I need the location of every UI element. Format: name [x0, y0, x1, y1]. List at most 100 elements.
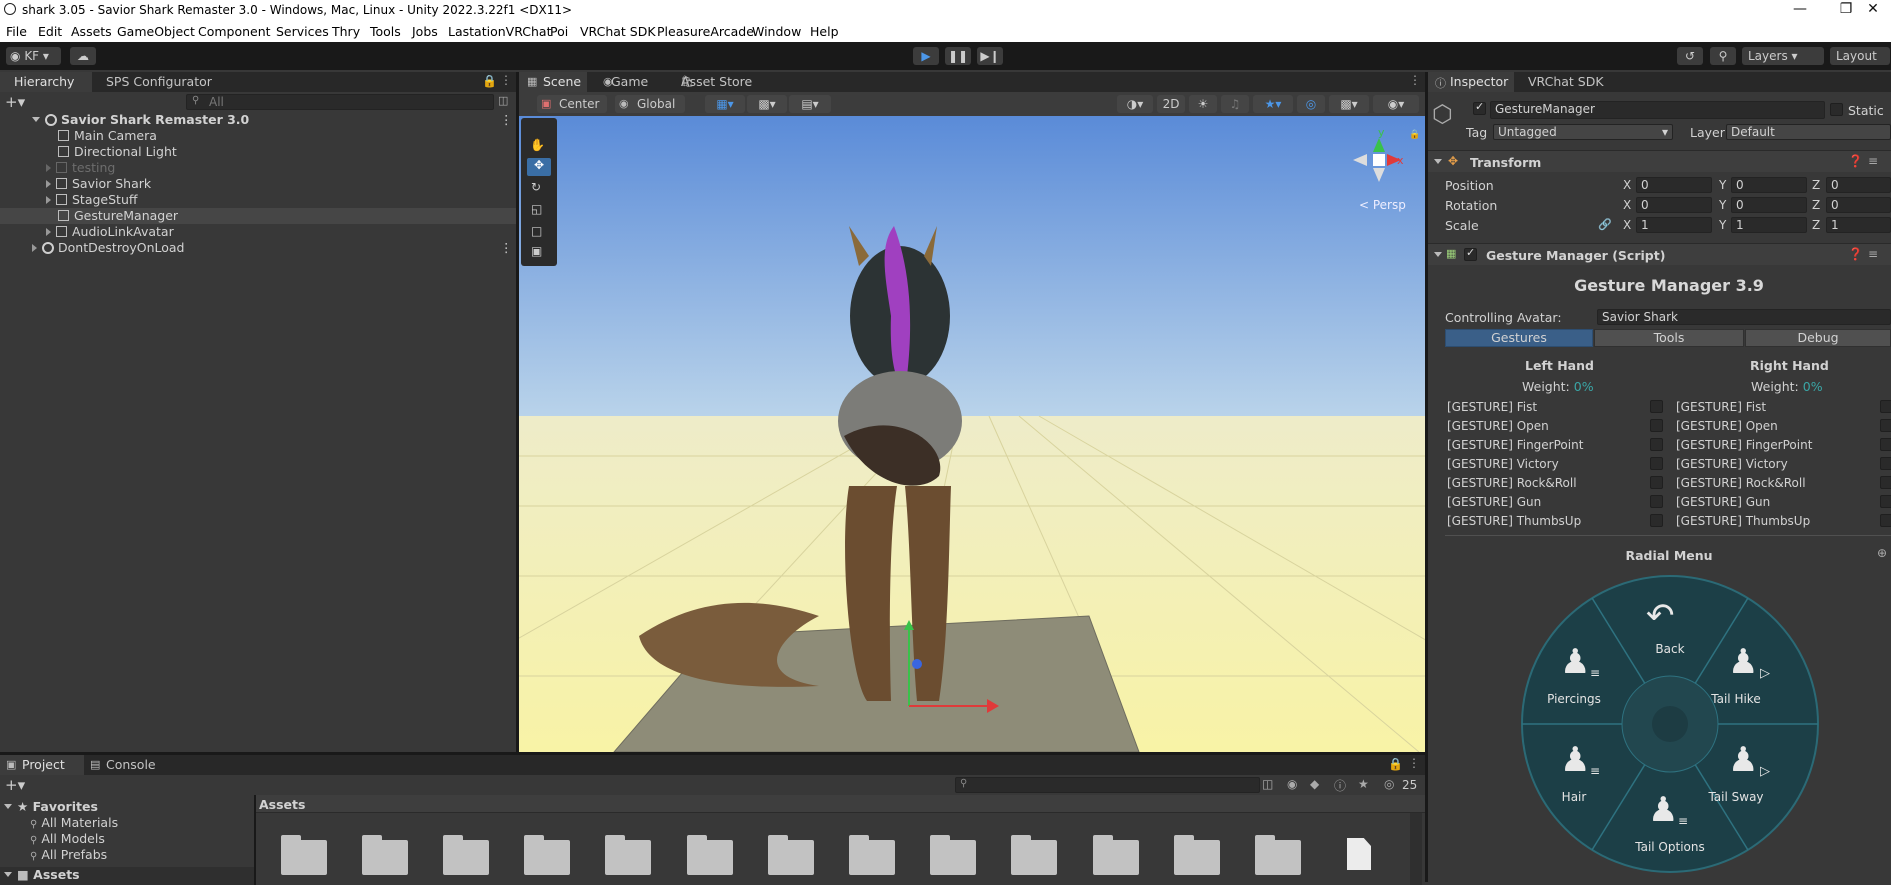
expand-arrow-icon[interactable]: [46, 164, 51, 172]
hierarchy-item-savior-shark[interactable]: Savior Shark: [0, 176, 516, 192]
right-rockroll-checkbox[interactable]: [1880, 476, 1891, 489]
folder-icon[interactable]: [687, 835, 733, 875]
radial-tail-sway-label[interactable]: Tail Sway: [1696, 790, 1776, 804]
tab-asset-store[interactable]: Asset Store: [657, 72, 757, 92]
hierarchy-search-input[interactable]: All: [186, 94, 494, 110]
history-icon[interactable]: ↺: [1677, 47, 1703, 65]
scene-menu-icon[interactable]: ⋮: [500, 112, 513, 128]
effects-icon[interactable]: ★▾: [1253, 95, 1293, 113]
fav-all-models[interactable]: ⚲ All Models: [30, 831, 105, 846]
left-gesture-thumbsup[interactable]: [GESTURE] ThumbsUp: [1447, 514, 1581, 528]
scale-tool-icon[interactable]: ◱: [531, 202, 542, 216]
menu-gameobject[interactable]: GameObject: [117, 24, 195, 39]
scene-viewport[interactable]: ✋ ✥ ↻ ◱ □ ▣ y x 🔒 < Persp: [519, 116, 1425, 752]
transform-tool-icon[interactable]: ▣: [531, 244, 542, 258]
hierarchy-item-testing[interactable]: testing: [0, 160, 516, 176]
expand-arrow-icon[interactable]: [4, 872, 12, 877]
pause-button[interactable]: ❚❚: [945, 47, 971, 65]
right-gesture-gun[interactable]: [GESTURE] Gun: [1676, 495, 1770, 509]
snap-settings-icon[interactable]: ▩▾: [747, 95, 787, 113]
right-gesture-rockroll[interactable]: [GESTURE] Rock&Roll: [1676, 476, 1806, 490]
radial-tail-hike-label[interactable]: Tail Hike: [1696, 692, 1776, 706]
right-victory-checkbox[interactable]: [1880, 457, 1891, 470]
script-header[interactable]: ▦ ✓ Gesture Manager (Script) ❓ ≡: [1428, 243, 1891, 265]
radial-tail-options-label[interactable]: Tail Options: [1630, 840, 1710, 854]
assets-root-folder[interactable]: ■ Assets: [0, 867, 254, 885]
rotate-tool-icon[interactable]: ↻: [531, 180, 541, 194]
left-gun-checkbox[interactable]: [1650, 495, 1663, 508]
left-gesture-victory[interactable]: [GESTURE] Victory: [1447, 457, 1559, 471]
rotation-x-field[interactable]: 0: [1636, 197, 1712, 213]
left-fingerpoint-checkbox[interactable]: [1650, 438, 1663, 451]
hierarchy-item-main-camera[interactable]: Main Camera: [0, 128, 516, 144]
right-fist-checkbox[interactable]: [1880, 400, 1891, 413]
menu-jobs[interactable]: Jobs: [412, 24, 438, 39]
gizmo-lock-icon[interactable]: 🔒: [1409, 130, 1420, 140]
controlling-avatar-field[interactable]: Savior Shark: [1597, 309, 1891, 325]
label-icon[interactable]: ◆: [1310, 777, 1319, 791]
folder-icon[interactable]: [524, 835, 570, 875]
menu-file[interactable]: File: [6, 24, 27, 39]
more-icon[interactable]: ⋮: [500, 73, 512, 87]
scene-root-row[interactable]: Savior Shark Remaster 3.0 ⋮: [0, 112, 516, 128]
left-thumbsup-checkbox[interactable]: [1650, 514, 1663, 527]
script-enabled-checkbox[interactable]: ✓: [1464, 246, 1477, 261]
lighting-icon[interactable]: ☀: [1189, 95, 1217, 113]
hidden-packages-icon[interactable]: ◎: [1384, 777, 1394, 791]
radial-back-label[interactable]: Back: [1630, 642, 1710, 656]
lock-icon[interactable]: 🔒: [482, 74, 497, 88]
menu-tools[interactable]: Tools: [370, 24, 401, 39]
collapse-arrow-icon[interactable]: [1434, 252, 1442, 257]
tab-vrchat-sdk[interactable]: VRChat SDK: [1514, 72, 1614, 92]
tail-options-person-icon[interactable]: ♟: [1648, 790, 1678, 830]
tab-hierarchy[interactable]: Hierarchy: [0, 72, 92, 92]
hand-tool-icon[interactable]: ✋: [530, 138, 545, 152]
folder-icon[interactable]: [930, 835, 976, 875]
help-icon[interactable]: ❓: [1848, 247, 1863, 261]
assets-scrollbar[interactable]: [1410, 813, 1422, 885]
hair-person-icon[interactable]: ♟: [1560, 740, 1590, 780]
left-rockroll-checkbox[interactable]: [1650, 476, 1663, 489]
lock-icon[interactable]: 🔒: [1388, 757, 1403, 771]
left-gesture-fist[interactable]: [GESTURE] Fist: [1447, 400, 1537, 414]
audio-icon[interactable]: ♫: [1221, 95, 1249, 113]
left-gesture-gun[interactable]: [GESTURE] Gun: [1447, 495, 1541, 509]
right-gun-checkbox[interactable]: [1880, 495, 1891, 508]
position-x-field[interactable]: 0: [1636, 177, 1712, 193]
folder-icon[interactable]: [605, 835, 651, 875]
radial-piercings-label[interactable]: Piercings: [1534, 692, 1614, 706]
active-checkbox[interactable]: ✓: [1473, 100, 1486, 115]
menu-thry[interactable]: Thry: [332, 24, 360, 39]
layers-dropdown[interactable]: Layers ▾: [1742, 47, 1824, 65]
increment-snap-icon[interactable]: ▤▾: [789, 95, 831, 113]
menu-edit[interactable]: Edit: [38, 24, 62, 39]
menu-window[interactable]: Window: [752, 24, 801, 39]
left-open-checkbox[interactable]: [1650, 419, 1663, 432]
settings-icon[interactable]: ≡: [1868, 154, 1878, 168]
right-gesture-victory[interactable]: [GESTURE] Victory: [1676, 457, 1788, 471]
account-dropdown[interactable]: ◉ KF ▾: [6, 47, 61, 65]
search-by-type-icon[interactable]: ◫: [1262, 777, 1273, 791]
left-gesture-open[interactable]: [GESTURE] Open: [1447, 419, 1549, 433]
scale-x-field[interactable]: 1: [1636, 217, 1712, 233]
project-search-input[interactable]: [955, 777, 1260, 793]
right-gesture-fist[interactable]: [GESTURE] Fist: [1676, 400, 1766, 414]
step-button[interactable]: ▶❙: [977, 47, 1003, 65]
favorites-section[interactable]: ★ Favorites: [4, 799, 98, 814]
more-icon[interactable]: ⋮: [1408, 756, 1420, 770]
transform-header[interactable]: ✥ Transform ❓ ≡: [1428, 150, 1891, 172]
gizmos-icon[interactable]: ◉▾: [1373, 95, 1419, 113]
right-gesture-fingerpoint[interactable]: [GESTURE] FingerPoint: [1676, 438, 1812, 452]
right-open-checkbox[interactable]: [1880, 419, 1891, 432]
left-fist-checkbox[interactable]: [1650, 400, 1663, 413]
folder-icon[interactable]: [849, 835, 895, 875]
object-name-field[interactable]: GestureManager: [1490, 101, 1825, 119]
move-tool-icon[interactable]: ✥: [527, 158, 551, 176]
menu-vrchat-sdk[interactable]: VRChat SDK: [580, 24, 656, 39]
folder-icon[interactable]: [443, 835, 489, 875]
expand-arrow-icon[interactable]: [46, 196, 51, 204]
folder-icon[interactable]: [1093, 835, 1139, 875]
add-icon[interactable]: +▾: [5, 776, 25, 794]
menu-pleasurearcade[interactable]: PleasureArcade: [657, 24, 754, 39]
close-icon[interactable]: ✕: [1850, 0, 1891, 20]
